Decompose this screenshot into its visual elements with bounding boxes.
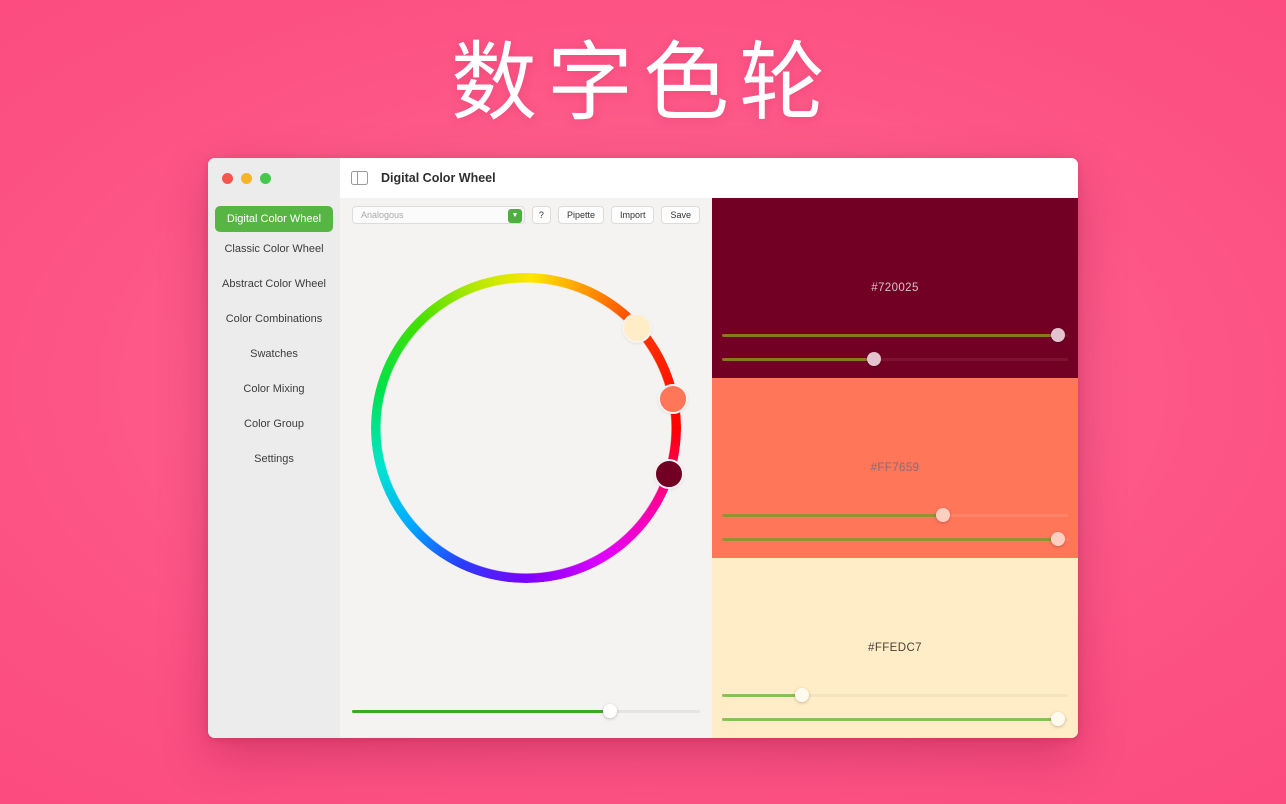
sidebar-item-digital-color-wheel[interactable]: Digital Color Wheel [215,206,333,232]
main-panel: Analogous ▼ ? Pipette Import Save [340,198,712,738]
titlebar-content: Digital Color Wheel [340,158,1078,198]
swatch-slider-group [722,498,1068,546]
swatch-brightness-slider[interactable] [722,352,1068,366]
slider-knob[interactable] [1051,712,1065,726]
help-button[interactable]: ? [532,206,551,224]
slider-knob[interactable] [1051,328,1065,342]
sidebar-toggle-icon[interactable] [351,171,368,185]
slider-fill [722,514,943,517]
slider-knob[interactable] [936,508,950,522]
slider-knob[interactable] [867,352,881,366]
slider-fill [722,694,802,697]
slider-fill [722,334,1058,337]
sidebar-item-swatches[interactable]: Swatches [215,341,333,367]
swatch-brightness-slider[interactable] [722,712,1068,726]
sidebar-item-settings[interactable]: Settings [215,446,333,472]
sidebar-item-abstract-color-wheel[interactable]: Abstract Color Wheel [215,271,333,297]
wheel-size-slider[interactable] [352,704,700,718]
swatch-card[interactable]: #FF7659 [712,378,1078,558]
sidebar-item-label: Digital Color Wheel [227,213,321,225]
slider-fill [722,358,874,361]
slider-knob[interactable] [1051,532,1065,546]
page-title: Digital Color Wheel [381,171,496,185]
traffic-light-group [208,158,340,198]
swatch-saturation-slider[interactable] [722,688,1068,702]
slider-fill [722,718,1058,721]
swatch-hex-label: #FF7659 [871,462,920,474]
swatch-card[interactable]: #FFEDC7 [712,558,1078,738]
wheel-size-slider-row [340,684,712,738]
import-button[interactable]: Import [611,206,655,224]
swatch-slider-group [722,678,1068,726]
save-button[interactable]: Save [661,206,700,224]
wheel-handle-salmon[interactable] [658,384,688,414]
harmony-select[interactable]: Analogous ▼ [352,206,525,224]
wheel-handle-cream[interactable] [622,313,652,343]
sidebar-item-color-group[interactable]: Color Group [215,411,333,437]
swatch-column: #720025 #FF7659 [712,198,1078,738]
slider-knob[interactable] [603,704,617,718]
pipette-button[interactable]: Pipette [558,206,604,224]
swatch-slider-group [722,318,1068,366]
swatch-saturation-slider[interactable] [722,328,1068,342]
chevron-down-icon[interactable]: ▼ [508,209,522,223]
swatch-card[interactable]: #720025 [712,198,1078,378]
sidebar: Digital Color Wheel Classic Color Wheel … [208,198,340,738]
minimize-button[interactable] [241,173,252,184]
sidebar-item-label: Abstract Color Wheel [222,278,326,290]
wheel-handle-maroon[interactable] [654,459,684,489]
sidebar-item-classic-color-wheel[interactable]: Classic Color Wheel [215,236,333,262]
sidebar-item-label: Color Group [244,418,304,430]
zoom-button[interactable] [260,173,271,184]
slider-knob[interactable] [795,688,809,702]
swatch-saturation-slider[interactable] [722,508,1068,522]
window-body: Digital Color Wheel Classic Color Wheel … [208,198,1078,738]
harmony-select-value: Analogous [353,210,404,220]
sidebar-item-label: Swatches [250,348,298,360]
slider-fill [722,538,1058,541]
slider-fill [352,710,610,713]
toolbar: Analogous ▼ ? Pipette Import Save [340,198,712,232]
swatch-hex-label: #720025 [871,282,919,294]
sidebar-item-label: Color Combinations [226,313,323,325]
window-titlebar: Digital Color Wheel [208,158,1078,198]
sidebar-item-label: Settings [254,453,294,465]
sidebar-item-label: Color Mixing [243,383,304,395]
close-button[interactable] [222,173,233,184]
swatch-brightness-slider[interactable] [722,532,1068,546]
sidebar-item-label: Classic Color Wheel [224,243,323,255]
app-window: Digital Color Wheel Digital Color Wheel … [208,158,1078,738]
color-wheel-area[interactable] [340,232,712,684]
swatch-hex-label: #FFEDC7 [868,642,922,654]
sidebar-item-color-combinations[interactable]: Color Combinations [215,306,333,332]
hero-title: 数字色轮 [0,28,1286,138]
sidebar-item-color-mixing[interactable]: Color Mixing [215,376,333,402]
